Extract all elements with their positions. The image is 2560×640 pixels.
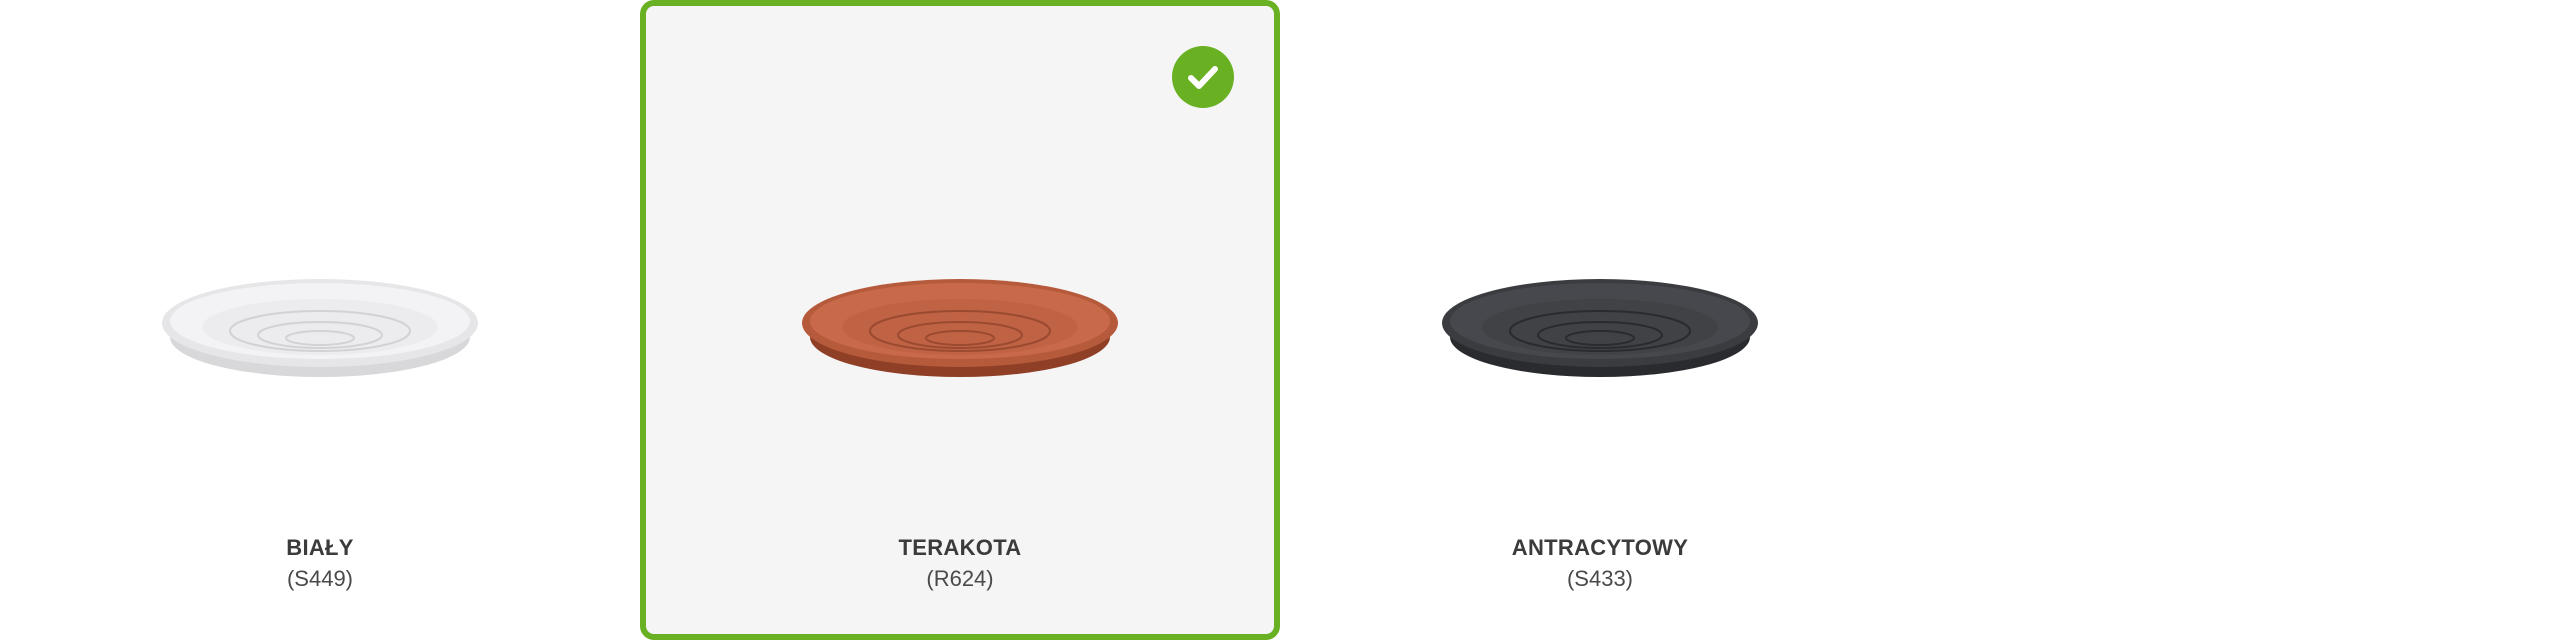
option-code: (S449) <box>286 566 354 591</box>
option-name: ANTRACYTOWY <box>1511 535 1689 560</box>
color-option-antracytowy[interactable]: ANTRACYTOWY (S433) <box>1280 0 1920 640</box>
selected-check-badge <box>1172 46 1234 108</box>
option-name: TERAKOTA <box>898 535 1022 560</box>
checkmark-icon <box>1188 66 1218 89</box>
option-code: (S433) <box>1566 566 1634 591</box>
saucer-white-image <box>162 279 478 377</box>
color-option-terakota[interactable]: TERAKOTA (R624) <box>640 0 1280 640</box>
option-name: BIAŁY <box>286 535 354 560</box>
color-option-bialy[interactable]: BIAŁY (S449) <box>0 0 640 640</box>
option-code: (R624) <box>926 566 994 591</box>
saucer-anthracite-image <box>1442 279 1758 377</box>
saucer-terracotta-image <box>802 279 1118 377</box>
